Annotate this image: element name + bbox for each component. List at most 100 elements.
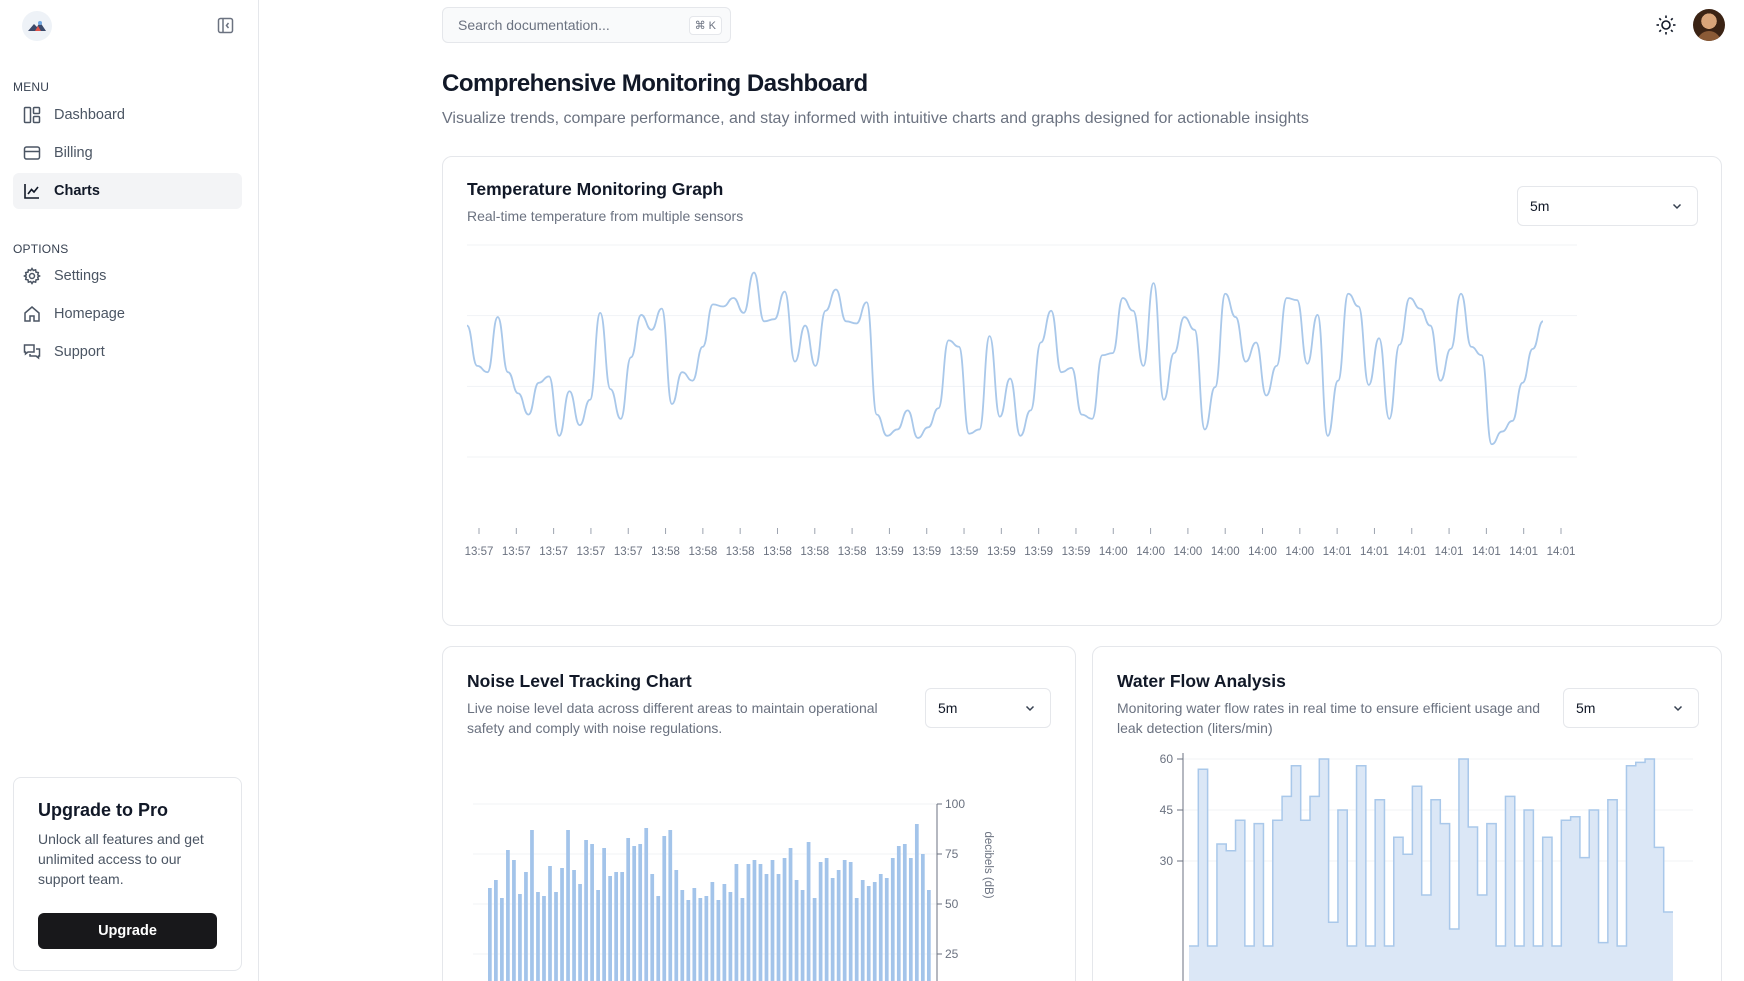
noise-bar bbox=[518, 894, 522, 981]
dashboard-icon bbox=[22, 105, 42, 125]
y-tick-label: 45 bbox=[1160, 803, 1174, 817]
noise-range-select[interactable]: 5m bbox=[925, 688, 1051, 728]
x-tick-label: 14:00 bbox=[1285, 546, 1314, 558]
noise-bar bbox=[620, 872, 625, 981]
x-tick-label: 14:01 bbox=[1360, 546, 1389, 558]
noise-bar bbox=[572, 870, 576, 981]
select-value: 5m bbox=[938, 700, 958, 716]
noise-bar bbox=[890, 858, 895, 981]
noise-bar bbox=[824, 858, 829, 981]
sidebar-item-label: Homepage bbox=[54, 306, 125, 322]
noise-bar bbox=[530, 830, 534, 981]
x-tick-label: 14:01 bbox=[1509, 546, 1538, 558]
noise-bar bbox=[602, 848, 606, 981]
noise-bar bbox=[662, 836, 667, 981]
sidebar-item-support[interactable]: Support bbox=[13, 334, 242, 370]
x-tick-label: 14:00 bbox=[1248, 546, 1277, 558]
noise-bar bbox=[800, 890, 805, 981]
noise-bar bbox=[608, 876, 612, 981]
theme-toggle-button[interactable] bbox=[1653, 12, 1679, 38]
select-value: 5m bbox=[1576, 700, 1596, 716]
upgrade-title: Upgrade to Pro bbox=[38, 800, 169, 820]
x-tick-label: 13:58 bbox=[763, 546, 792, 558]
user-avatar[interactable] bbox=[1693, 9, 1725, 41]
upgrade-card: Upgrade to Pro Unlock all features and g… bbox=[13, 777, 242, 971]
sidebar-item-settings[interactable]: Settings bbox=[13, 258, 242, 294]
x-tick-label: 14:01 bbox=[1323, 546, 1352, 558]
water-range-select[interactable]: 5m bbox=[1563, 688, 1699, 728]
collapse-sidebar-button[interactable] bbox=[214, 14, 236, 36]
noise-bar bbox=[788, 848, 793, 981]
noise-bar bbox=[494, 880, 498, 981]
upgrade-description: Unlock all features and get unlimited ac… bbox=[38, 831, 204, 887]
sidebar-item-charts[interactable]: Charts bbox=[13, 173, 242, 209]
noise-bar bbox=[908, 858, 913, 981]
x-tick-label: 14:01 bbox=[1397, 546, 1426, 558]
y-axis-label: decibels (dB) bbox=[982, 831, 994, 898]
menu-section-label: MENU bbox=[13, 80, 50, 94]
x-tick-label: 13:57 bbox=[577, 546, 606, 558]
sidebar-collapse-icon bbox=[217, 17, 233, 33]
noise-bar bbox=[596, 890, 600, 981]
chevron-down-icon bbox=[1672, 203, 1682, 210]
sidebar-item-billing[interactable]: Billing bbox=[13, 135, 242, 171]
page-subtitle: Visualize trends, compare performance, a… bbox=[442, 110, 1309, 127]
upgrade-button[interactable]: Upgrade bbox=[38, 913, 217, 949]
noise-bar bbox=[860, 880, 865, 981]
noise-bar bbox=[536, 892, 540, 981]
noise-card: Noise Level Tracking Chart Live noise le… bbox=[442, 646, 1076, 981]
select-value: 5m bbox=[1530, 198, 1550, 214]
support-chat-icon bbox=[22, 342, 42, 362]
noise-bar bbox=[542, 896, 546, 981]
noise-bar bbox=[734, 864, 739, 981]
noise-bar bbox=[866, 886, 871, 981]
x-tick-label: 13:59 bbox=[1024, 546, 1053, 558]
x-tick-label: 13:59 bbox=[875, 546, 904, 558]
noise-bar bbox=[710, 882, 715, 981]
gear-icon bbox=[22, 266, 42, 286]
noise-bar bbox=[770, 860, 775, 981]
chevron-down-icon bbox=[1025, 705, 1035, 712]
noise-bar bbox=[728, 892, 733, 981]
noise-bar bbox=[716, 900, 721, 981]
x-tick-label: 13:59 bbox=[912, 546, 941, 558]
noise-bar bbox=[854, 898, 859, 981]
noise-bar bbox=[686, 900, 691, 981]
logo-icon bbox=[28, 21, 46, 31]
noise-bar bbox=[506, 850, 510, 981]
noise-bar bbox=[548, 866, 552, 981]
x-tick-label: 14:00 bbox=[1099, 546, 1128, 558]
sidebar-item-homepage[interactable]: Homepage bbox=[13, 296, 242, 332]
water-card: Water Flow Analysis Monitoring water flo… bbox=[1092, 646, 1722, 981]
noise-bar bbox=[806, 842, 811, 981]
sidebar-item-dashboard[interactable]: Dashboard bbox=[13, 97, 242, 133]
noise-bar bbox=[812, 898, 817, 981]
noise-bar bbox=[500, 898, 504, 981]
temperature-line-chart: 13:57 13:57 13:57 13:57 13:57 13:58 13:58 13:58… bbox=[465, 244, 1577, 558]
search-input[interactable]: Search documentation... ⌘ K bbox=[442, 7, 731, 43]
noise-bar bbox=[764, 874, 769, 981]
noise-bar bbox=[914, 824, 919, 981]
y-tick-label: 100 bbox=[945, 797, 965, 811]
temperature-range-select[interactable]: 5m bbox=[1517, 186, 1698, 226]
temperature-series-line bbox=[466, 271, 1544, 446]
noise-bar bbox=[554, 892, 558, 981]
noise-bar bbox=[896, 846, 901, 981]
noise-bar bbox=[656, 896, 661, 981]
noise-bar bbox=[740, 898, 745, 981]
noise-bar bbox=[926, 890, 931, 981]
noise-bar bbox=[692, 888, 697, 981]
noise-bar bbox=[668, 830, 673, 981]
noise-bar bbox=[680, 890, 685, 981]
noise-bar bbox=[830, 878, 835, 981]
sidebar-item-label: Billing bbox=[54, 145, 93, 161]
noise-bar bbox=[920, 854, 925, 981]
x-tick-label: 14:01 bbox=[1472, 546, 1501, 558]
app-logo[interactable] bbox=[22, 11, 52, 41]
x-tick-label: 13:57 bbox=[465, 546, 494, 558]
noise-card-description: Live noise level data across different a… bbox=[467, 700, 878, 736]
x-tick-label: 13:58 bbox=[688, 546, 717, 558]
search-placeholder: Search documentation... bbox=[458, 17, 610, 33]
noise-bar bbox=[902, 844, 907, 981]
x-tick-label: 13:57 bbox=[539, 546, 568, 558]
